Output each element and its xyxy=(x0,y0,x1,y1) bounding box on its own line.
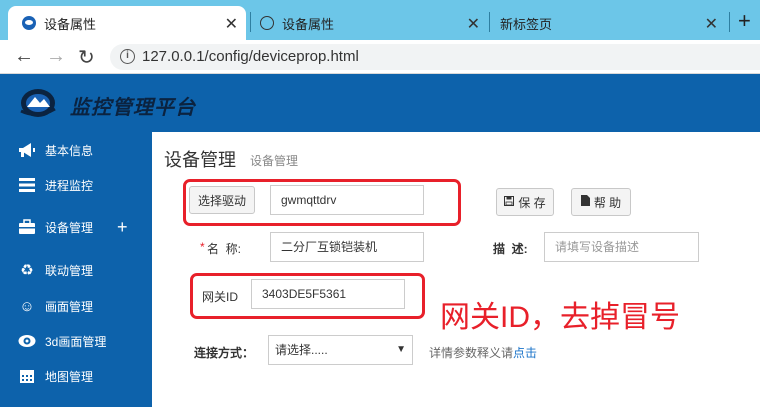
app-logo-icon xyxy=(20,89,56,117)
app-title: 监控管理平台 xyxy=(70,97,196,119)
browser-tab[interactable]: 新标签页 ✕ xyxy=(490,6,726,40)
annotation-text: 网关ID，去掉冒号 xyxy=(440,301,680,334)
browser-tab-active[interactable]: 设备属性 ✕ xyxy=(8,6,246,40)
name-label: 名 称: xyxy=(207,242,242,256)
caret-down-icon: ▼ xyxy=(396,344,406,355)
help-button[interactable]: 帮 助 xyxy=(571,188,631,216)
save-icon xyxy=(504,195,515,209)
briefcase-icon xyxy=(18,219,36,235)
description-label: 描 述: xyxy=(493,242,528,256)
app-favicon-icon xyxy=(22,16,36,30)
help-label: 帮 助 xyxy=(593,195,622,210)
connection-method-select[interactable]: 请选择..... ▼ xyxy=(268,335,413,365)
browser-tab[interactable]: 设备属性 ✕ xyxy=(252,6,488,40)
sidebar-item-label: 基本信息 xyxy=(45,143,94,158)
info-icon[interactable]: i xyxy=(120,49,135,64)
sidebar-item-label: 设备管理 xyxy=(45,220,94,235)
eye-icon xyxy=(18,333,36,349)
forward-arrow-icon[interactable]: → xyxy=(46,45,66,68)
page-subtitle: 设备管理 xyxy=(250,154,299,168)
sidebar-item-linkage-management[interactable]: ♻ 联动管理 xyxy=(0,253,152,287)
tab-title: 新标签页 xyxy=(500,16,553,32)
list-icon xyxy=(18,177,36,193)
tab-title: 设备属性 xyxy=(282,16,335,32)
sidebar-item-basic-info[interactable]: 基本信息 xyxy=(0,133,152,167)
sidebar-item-label: 3d画面管理 xyxy=(45,334,107,349)
sidebar-item-label: 画面管理 xyxy=(45,299,94,314)
sidebar-item-label: 地图管理 xyxy=(45,369,94,384)
tab-separator xyxy=(729,12,730,32)
new-tab-button[interactable]: + xyxy=(738,8,751,34)
calendar-icon xyxy=(18,368,36,384)
url-text: 127.0.0.1/config/deviceprop.html xyxy=(142,48,359,65)
smiley-icon: ☺ xyxy=(19,297,35,315)
highlight-box xyxy=(190,273,425,319)
tab-title: 设备属性 xyxy=(44,16,97,32)
sidebar-item-device-management[interactable]: 设备管理 + xyxy=(0,210,152,244)
description-input[interactable]: 请填写设备描述 xyxy=(544,232,699,262)
sidebar-item-label: 进程监控 xyxy=(45,178,94,193)
detail-help-text: 详情参数释义请点击 xyxy=(429,344,537,361)
browser-tab-strip: 设备属性 ✕ 设备属性 ✕ 新标签页 ✕ + xyxy=(0,0,760,40)
sidebar-item-screen-management[interactable]: ☺ 画面管理 xyxy=(0,289,152,323)
main-content: 设备管理 设备管理 选择驱动 gwmqttdrv 保 存 帮 助 * 名 称: … xyxy=(152,132,760,407)
sidebar: 基本信息 进程监控 设备管理 + ♻ 联动管理 ☺ 画面管理 3d画面管理 地图… xyxy=(0,132,152,407)
megaphone-icon xyxy=(18,142,36,158)
browser-toolbar: ← → ↻ i 127.0.0.1/config/deviceprop.html xyxy=(0,40,760,74)
expand-plus-icon[interactable]: + xyxy=(117,217,128,238)
app-header: 监控管理平台 xyxy=(0,74,760,132)
reload-icon[interactable]: ↻ xyxy=(78,45,95,70)
recycle-icon: ♻ xyxy=(20,262,34,279)
sidebar-item-label: 联动管理 xyxy=(45,263,94,278)
close-tab-icon[interactable]: ✕ xyxy=(467,14,480,34)
globe-icon xyxy=(260,16,274,30)
page-title: 设备管理 xyxy=(164,150,236,170)
sidebar-item-3d-screen-management[interactable]: 3d画面管理 xyxy=(0,324,152,358)
close-tab-icon[interactable]: ✕ xyxy=(705,14,718,34)
select-value: 请选择..... xyxy=(275,343,328,357)
highlight-box xyxy=(183,179,461,226)
detail-link[interactable]: 点击 xyxy=(513,346,537,360)
back-arrow-icon[interactable]: ← xyxy=(14,45,34,68)
tab-separator xyxy=(250,12,251,32)
save-label: 保 存 xyxy=(518,195,546,210)
sidebar-item-process-monitor[interactable]: 进程监控 xyxy=(0,168,152,202)
name-input[interactable]: 二分厂互锁铠装机 xyxy=(270,232,424,262)
detail-text: 详情参数释义请 xyxy=(429,346,514,360)
sidebar-item-map-management[interactable]: 地图管理 xyxy=(0,359,152,393)
save-button[interactable]: 保 存 xyxy=(496,188,554,216)
address-bar[interactable]: i 127.0.0.1/config/deviceprop.html xyxy=(110,44,760,70)
required-mark: * xyxy=(200,240,205,254)
connection-method-label: 连接方式： xyxy=(194,346,255,360)
close-tab-icon[interactable]: ✕ xyxy=(225,14,238,34)
document-icon xyxy=(580,195,590,209)
